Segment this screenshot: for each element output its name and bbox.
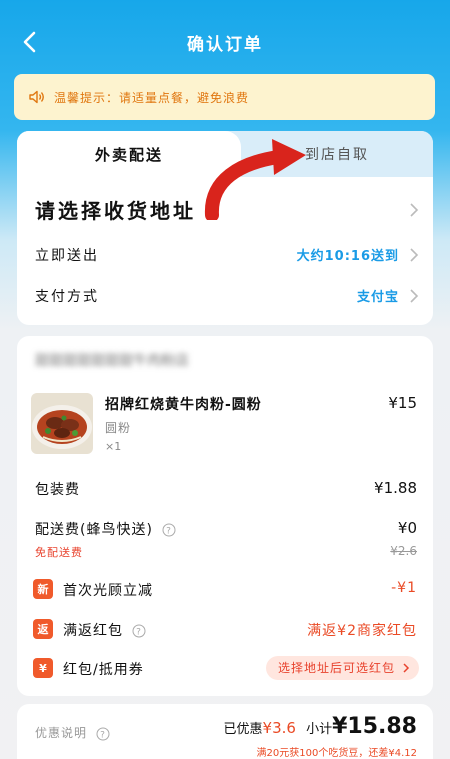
coupon-select-button[interactable]: 选择地址后可选红包 (265, 656, 419, 680)
chevron-right-icon (410, 248, 419, 262)
chevron-right-icon (410, 289, 419, 303)
saved-label: 已优惠 (223, 722, 263, 737)
notice-text: 温馨提示：请适量点餐，避免浪费 (54, 90, 250, 105)
promo-value: -¥1 (391, 580, 417, 596)
tab-pickup[interactable]: 到店自取 (241, 131, 433, 177)
svg-text:?: ? (100, 730, 106, 740)
subtotal-amount: ¥15.88 (332, 714, 417, 739)
chevron-right-icon (403, 663, 410, 673)
food-name: 招牌红烧黄牛肉粉-圆粉 (105, 397, 262, 413)
subtotal-label: 小计 (306, 722, 333, 737)
promo-label: 红包/抵用券 (63, 662, 144, 678)
original-delivery-fee: ¥2.6 (390, 544, 417, 558)
tab-delivery[interactable]: 外卖配送 (17, 131, 241, 177)
points-note: 满20元获100个吃货豆，还差¥4.12 (256, 748, 417, 759)
shop-name: 甜甜甜甜甜甜甜牛肉粉店 (35, 353, 189, 369)
summary-totals: 已优惠¥3.6 小计¥15.88 (224, 714, 417, 739)
order-card: 甜甜甜甜甜甜甜牛肉粉店 招牌红烧黄牛肉粉-圆粉 圆粉 ×1 ¥15 包装费 ¥1… (17, 336, 433, 696)
food-price: ¥15 (388, 394, 417, 412)
page-title: 确认订单 (187, 35, 263, 55)
delivery-fee-value: ¥0 (397, 519, 417, 537)
delivery-time-row[interactable]: 立即送出 大约10:16送到 (17, 235, 433, 275)
saved-amount: ¥3.6 (262, 719, 296, 737)
promo-row-coupon: ¥ 红包/抵用券 选择地址后可选红包 (17, 656, 433, 682)
payment-method-label: 支付方式 (35, 289, 99, 305)
promo-label: 满返红包 (63, 623, 123, 639)
rebate-badge: 返 (33, 619, 53, 639)
food-image (31, 393, 93, 454)
new-customer-badge: 新 (33, 579, 53, 599)
order-summary: 优惠说明 ? 已优惠¥3.6 小计¥15.88 满20元获100个吃货豆，还差¥… (17, 704, 433, 759)
delivery-time-value: 大约10:16送到 (296, 249, 399, 264)
notice-banner: 温馨提示：请适量点餐，避免浪费 (14, 74, 435, 120)
header: 确认订单 (0, 0, 450, 84)
delivery-fee-label: 配送费(蜂鸟快送) (35, 522, 153, 538)
packaging-fee-value: ¥1.88 (374, 479, 417, 497)
promo-row-rebate: 返 满返红包 ? 满返¥2商家红包 (17, 617, 433, 643)
address-placeholder: 请选择收货地址 (35, 199, 196, 223)
food-quantity: ×1 (105, 440, 122, 453)
food-spec: 圆粉 (105, 421, 132, 435)
payment-method-value: 支付宝 (356, 290, 399, 305)
svg-text:?: ? (167, 527, 173, 537)
discount-note-label: 优惠说明 (35, 726, 88, 740)
coupon-select-label: 选择地址后可选红包 (277, 661, 395, 675)
promo-label: 首次光顾立减 (63, 583, 153, 599)
promo-row-new-customer: 新 首次光顾立减 -¥1 (17, 577, 433, 603)
help-icon[interactable]: ? (96, 727, 110, 741)
delivery-tabs: 到店自取 外卖配送 (17, 131, 433, 177)
help-icon[interactable]: ? (132, 624, 146, 638)
free-delivery-label: 免配送费 (35, 546, 83, 559)
payment-method-row[interactable]: 支付方式 支付宝 (17, 276, 433, 316)
address-selector[interactable]: 请选择收货地址 (17, 187, 433, 233)
delivery-card: 到店自取 外卖配送 请选择收货地址 立即送出 大约10:16送到 支付方式 支付… (17, 131, 433, 325)
help-icon[interactable]: ? (162, 523, 176, 537)
chevron-right-icon (410, 203, 419, 217)
coupon-badge: ¥ (33, 658, 53, 678)
svg-text:?: ? (137, 628, 143, 638)
packaging-fee-label: 包装费 (35, 482, 80, 498)
speaker-icon (29, 90, 44, 104)
delivery-time-label: 立即送出 (35, 248, 99, 264)
promo-value: 满返¥2商家红包 (307, 623, 417, 639)
